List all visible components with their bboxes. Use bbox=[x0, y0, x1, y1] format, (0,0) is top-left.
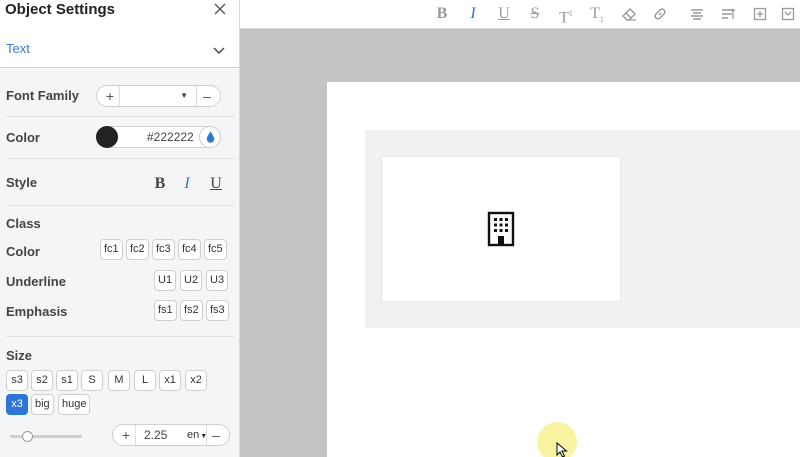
color-label: Color bbox=[6, 130, 40, 145]
size-unit-select[interactable]: en▼ bbox=[187, 425, 207, 445]
subscript-label: T bbox=[590, 5, 600, 22]
class-color-label: Color bbox=[6, 244, 40, 259]
link-icon[interactable] bbox=[650, 4, 670, 24]
font-family-label: Font Family bbox=[6, 88, 79, 103]
formatting-toolbar: B I U S T1 T1 bbox=[240, 0, 800, 29]
font-family-select[interactable]: ▼ bbox=[119, 86, 197, 106]
size-option-x3[interactable]: x3 bbox=[6, 394, 28, 415]
droplet-icon bbox=[206, 131, 215, 143]
panel-body: Font Family + ▼ – Color #222222 Style B … bbox=[0, 68, 239, 457]
font-family-remove-button[interactable]: – bbox=[196, 86, 218, 106]
superscript-icon[interactable]: T1 bbox=[556, 4, 576, 27]
insert-icon[interactable] bbox=[750, 4, 770, 24]
italic-icon[interactable]: I bbox=[463, 4, 483, 24]
size-unit-value: en bbox=[187, 429, 200, 441]
size-slider-thumb[interactable] bbox=[22, 431, 34, 442]
building-icon[interactable] bbox=[487, 211, 515, 252]
class-emphasis-fs3[interactable]: fs3 bbox=[206, 300, 229, 321]
class-emphasis-label: Emphasis bbox=[6, 304, 68, 319]
size-option-big[interactable]: big bbox=[31, 394, 54, 415]
underline-icon[interactable]: U bbox=[494, 4, 514, 24]
style-label: Style bbox=[6, 175, 38, 190]
chevron-down-icon bbox=[213, 42, 225, 60]
more-icon[interactable] bbox=[778, 4, 798, 24]
size-option-x1[interactable]: x1 bbox=[159, 370, 181, 391]
color-swatch[interactable] bbox=[96, 126, 118, 148]
strikethrough-icon[interactable]: S bbox=[525, 4, 545, 24]
size-option-huge[interactable]: huge bbox=[58, 394, 91, 415]
size-option-L[interactable]: L bbox=[134, 370, 156, 391]
class-emphasis-fs1[interactable]: fs1 bbox=[154, 300, 177, 321]
align-icon[interactable] bbox=[687, 4, 707, 24]
size-increase-button[interactable]: + bbox=[115, 425, 137, 445]
divider bbox=[6, 336, 234, 337]
size-option-S[interactable]: S bbox=[81, 370, 103, 391]
class-color-fc1[interactable]: fc1 bbox=[100, 239, 123, 260]
class-emphasis-fs2[interactable]: fs2 bbox=[180, 300, 203, 321]
class-heading: Class bbox=[6, 216, 41, 231]
text-size-icon[interactable] bbox=[719, 4, 739, 24]
divider bbox=[6, 158, 234, 159]
superscript-label: T bbox=[559, 9, 569, 27]
size-option-x2[interactable]: x2 bbox=[185, 370, 207, 391]
size-decrease-button[interactable]: – bbox=[205, 425, 227, 445]
divider bbox=[6, 116, 234, 117]
eraser-icon[interactable] bbox=[619, 4, 639, 24]
size-stepper: + 2.25 en▼ – bbox=[112, 424, 230, 446]
italic-button[interactable]: I bbox=[178, 175, 196, 193]
font-family-add-button[interactable]: + bbox=[99, 86, 121, 106]
class-color-fc5[interactable]: fc5 bbox=[204, 239, 227, 260]
size-option-s1[interactable]: s1 bbox=[56, 370, 78, 391]
class-color-fc2[interactable]: fc2 bbox=[126, 239, 149, 260]
mouse-cursor-icon bbox=[556, 441, 568, 457]
object-type-select[interactable]: Text bbox=[0, 20, 239, 68]
font-family-control: + ▼ – bbox=[96, 85, 221, 107]
size-option-M[interactable]: M bbox=[108, 370, 130, 391]
class-underline-label: Underline bbox=[6, 274, 66, 289]
color-field[interactable]: #222222 bbox=[96, 126, 221, 148]
class-underline-u2[interactable]: U2 bbox=[180, 270, 203, 291]
size-label: Size bbox=[6, 348, 33, 363]
object-type-value: Text bbox=[6, 41, 30, 56]
eyedropper-button[interactable] bbox=[199, 126, 221, 148]
size-value-input[interactable]: 2.25 bbox=[135, 425, 187, 445]
close-icon[interactable] bbox=[213, 2, 227, 16]
size-option-s2[interactable]: s2 bbox=[31, 370, 53, 391]
panel-header: Object Settings bbox=[0, 0, 239, 20]
class-color-fc3[interactable]: fc3 bbox=[152, 239, 175, 260]
underline-button[interactable]: U bbox=[207, 175, 225, 193]
size-option-s3[interactable]: s3 bbox=[6, 370, 28, 391]
class-color-fc4[interactable]: fc4 bbox=[178, 239, 201, 260]
bold-button[interactable]: B bbox=[151, 175, 169, 193]
size-slider-track[interactable] bbox=[10, 435, 82, 438]
panel-title: Object Settings bbox=[5, 1, 116, 18]
class-underline-u1[interactable]: U1 bbox=[154, 270, 177, 291]
color-value: #222222 bbox=[147, 130, 194, 144]
caret-down-icon: ▼ bbox=[180, 91, 188, 100]
subscript-icon[interactable]: T1 bbox=[587, 4, 607, 24]
object-settings-panel: Object Settings Text Font Family + ▼ – C… bbox=[0, 0, 240, 457]
divider bbox=[6, 205, 234, 206]
bold-icon[interactable]: B bbox=[432, 4, 452, 24]
class-underline-u3[interactable]: U3 bbox=[206, 270, 229, 291]
